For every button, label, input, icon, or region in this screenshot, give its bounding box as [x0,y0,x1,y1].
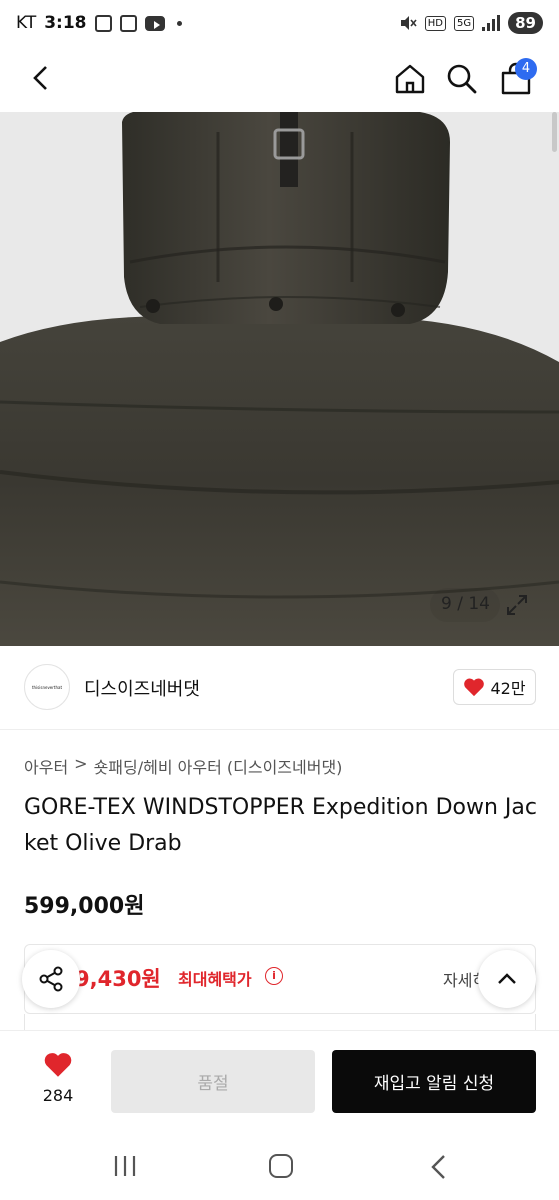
info-icon[interactable]: i [265,967,283,985]
status-left: KT 3:18 [16,13,182,33]
status-right: HD 5G 89 [399,12,543,34]
brand-row: thisisneverthat 디스이즈네버댓 42만 [0,646,559,730]
heart-icon [44,1053,72,1077]
chevron-up-icon [498,973,516,984]
network-icon: 5G [454,15,475,31]
brand-name[interactable]: 디스이즈네버댓 [84,675,200,701]
brand-logo-text: thisisneverthat [31,684,63,690]
mute-icon [400,16,417,30]
brand-like-button[interactable]: 42만 [453,669,536,705]
heart-icon [464,678,485,697]
breadcrumb-separator: > [74,754,88,773]
back-nav-icon[interactable] [428,1154,450,1180]
battery-indicator: 89 [508,12,543,34]
home-icon[interactable] [393,62,427,96]
bottom-action-bar: 284 품절 재입고 알림 신청 [0,1030,559,1130]
status-bar: KT 3:18 HD 5G 89 [0,0,559,50]
benefit-card: 9,430원 최대혜택가 i 자세히 [24,944,536,1014]
max-benefit-label: 최대혜택가 [178,970,252,989]
screenshot-icon [94,14,112,32]
product-price: 599,000원 [24,894,145,919]
hd-icon: HD [424,15,446,31]
signal-icon [482,15,501,31]
share-button[interactable] [22,950,80,1008]
cart-count-badge: 4 [515,58,537,80]
scroll-top-button[interactable] [478,950,536,1008]
breadcrumb-category[interactable]: 아우터 [24,754,68,778]
brand-like-count: 42만 [490,679,526,698]
page-scrollbar[interactable] [552,112,557,152]
top-nav [0,50,559,110]
system-nav-bar [0,1130,559,1200]
wish-count: 284 [42,1086,74,1105]
search-icon[interactable] [445,62,479,96]
notification-icon [119,14,137,32]
back-arrow-icon[interactable] [28,64,56,92]
brand-logo[interactable]: thisisneverthat [24,664,70,710]
clock: 3:18 [44,13,87,33]
breadcrumb: 아우터 > 숏패딩/헤비 아우터 (디스이즈네버댓) [24,754,342,778]
wish-button[interactable]: 284 [30,1051,86,1105]
carrier-label: KT [16,13,37,33]
product-image[interactable] [0,112,559,646]
breadcrumb-subcategory[interactable]: 숏패딩/헤비 아우터 (디스이즈네버댓) [94,754,343,778]
soldout-button: 품절 [111,1050,315,1113]
image-counter: 9 / 14 [441,594,490,614]
restock-alert-button[interactable]: 재입고 알림 신청 [332,1050,536,1113]
share-icon [39,966,63,992]
recents-icon[interactable] [113,1155,137,1177]
expand-icon[interactable] [505,593,529,617]
jacket-photo [0,112,559,646]
max-benefit-price: 9,430원 [75,967,161,991]
home-nav-icon[interactable] [269,1154,293,1178]
more-notifications-icon [176,20,182,26]
product-title: GORE-TEX WINDSTOPPER Expedition Down Jac… [24,795,537,856]
youtube-icon [144,15,165,31]
